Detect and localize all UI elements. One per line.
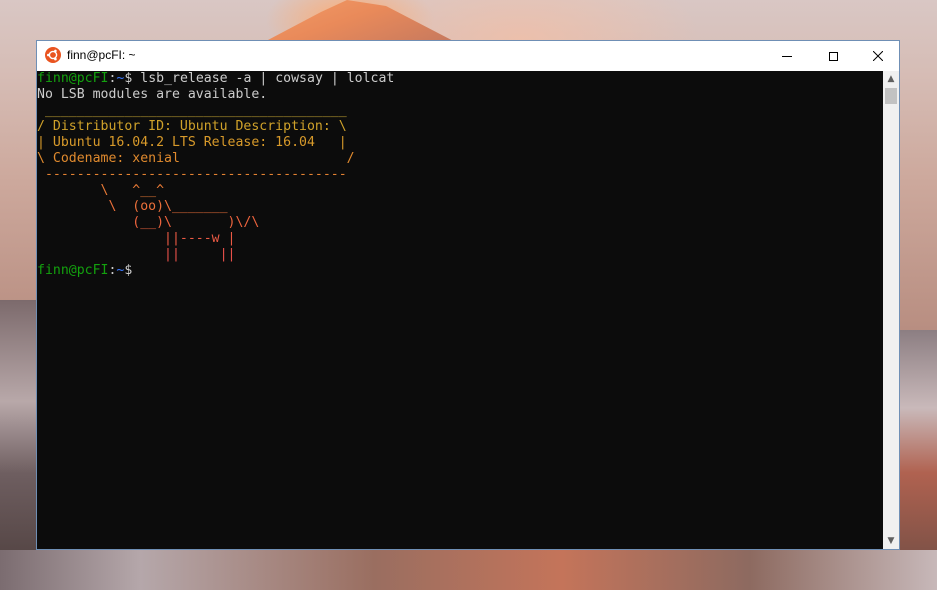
current-prompt-line[interactable]: finn@pcFI:~$ bbox=[37, 263, 394, 279]
cowsay-output: ______________________________________ / … bbox=[37, 103, 394, 263]
window-title: finn@pcFI: ~ bbox=[67, 48, 136, 62]
terminal-window[interactable]: finn@pcFI: ~ finn@pcFI:~$ lsb_release -a… bbox=[36, 40, 900, 550]
prompt-symbol: $ bbox=[124, 263, 133, 278]
cowsay-line: (__)\ )\/\ bbox=[37, 215, 260, 230]
cowsay-line: ______________________________________ bbox=[37, 103, 347, 118]
terminal-console[interactable]: finn@pcFI:~$ lsb_release -a | cowsay | l… bbox=[37, 71, 883, 549]
prompt-user-host: finn@pcFI bbox=[37, 71, 109, 86]
minimize-icon bbox=[782, 55, 792, 57]
cowsay-line: \ Codename: xenial / bbox=[37, 151, 355, 166]
close-icon bbox=[873, 51, 883, 61]
cowsay-line: ||----w | bbox=[37, 231, 236, 246]
scroll-down-arrow-icon[interactable]: ▼ bbox=[883, 533, 899, 549]
vertical-scrollbar[interactable]: ▲ ▼ bbox=[883, 71, 899, 549]
command-line: finn@pcFI:~$ lsb_release -a | cowsay | l… bbox=[37, 71, 394, 87]
terminal-output: finn@pcFI:~$ lsb_release -a | cowsay | l… bbox=[37, 71, 394, 279]
cowsay-line: -------------------------------------- bbox=[37, 167, 347, 182]
window-titlebar[interactable]: finn@pcFI: ~ bbox=[37, 41, 899, 71]
command-text: lsb_release -a | cowsay | lolcat bbox=[132, 71, 395, 86]
maximize-icon bbox=[828, 51, 838, 61]
close-button[interactable] bbox=[855, 41, 901, 71]
ubuntu-icon[interactable] bbox=[45, 47, 61, 63]
maximize-button[interactable] bbox=[810, 41, 856, 71]
minimize-button[interactable] bbox=[764, 41, 810, 71]
output-line: No LSB modules are available. bbox=[37, 87, 268, 102]
cowsay-line: | Ubuntu 16.04.2 LTS Release: 16.04 | bbox=[37, 135, 347, 150]
cowsay-line: / Distributor ID: Ubuntu Description: \ bbox=[37, 119, 347, 134]
cowsay-line: \ (oo)\_______ bbox=[37, 199, 228, 214]
cowsay-line: \ ^__^ bbox=[37, 183, 165, 198]
scroll-up-arrow-icon[interactable]: ▲ bbox=[883, 71, 899, 87]
scrollbar-thumb[interactable] bbox=[885, 88, 897, 104]
prompt-user-host: finn@pcFI bbox=[37, 263, 109, 278]
wallpaper-foothills bbox=[0, 550, 937, 590]
cowsay-line: || || bbox=[37, 247, 236, 262]
